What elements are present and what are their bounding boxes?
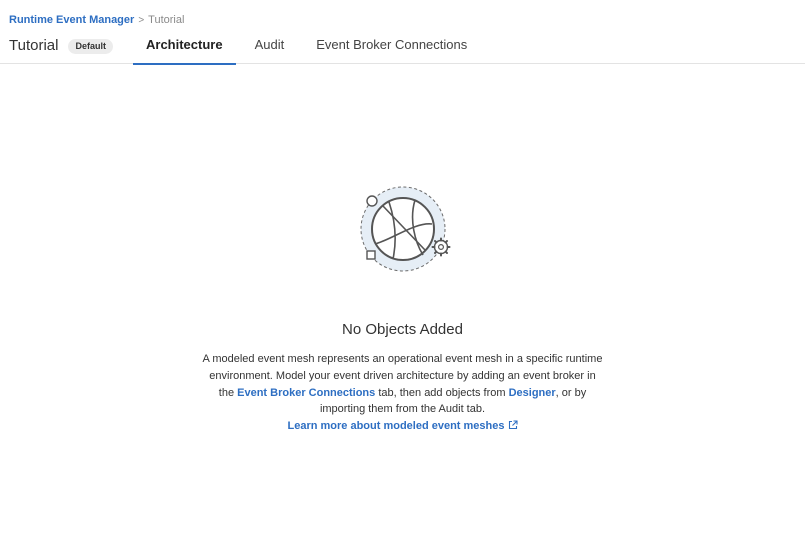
default-badge: Default [68,38,113,54]
page-header: Runtime Event Manager > Tutorial Tutorial … [0,0,805,65]
tab-architecture[interactable]: Architecture [133,28,236,65]
empty-state-title: No Objects Added [342,321,463,338]
tab-audit[interactable]: Audit [242,28,298,64]
tab-event-broker-connections[interactable]: Event Broker Connections [303,28,480,64]
external-link-icon [508,420,518,430]
empty-state-description: A modeled event mesh represents an opera… [203,351,603,435]
breadcrumb-separator: > [138,15,145,26]
tab-bar: Architecture Audit Event Broker Connecti… [133,28,480,65]
description-text: tab, then add objects from [375,386,509,399]
designer-link[interactable]: Designer [509,387,556,399]
breadcrumb-runtime-event-manager[interactable]: Runtime Event Manager [9,14,134,26]
event-broker-connections-link[interactable]: Event Broker Connections [237,387,375,399]
breadcrumb-current: Tutorial [148,14,185,26]
learn-more-label: Learn more about modeled event meshes [287,420,505,433]
title-row: Tutorial Default [9,36,113,56]
globe-icon [360,186,450,272]
breadcrumb: Runtime Event Manager > Tutorial [9,13,184,28]
learn-more-link[interactable]: Learn more about modeled event meshes [287,418,518,435]
page-title: Tutorial [9,37,59,54]
empty-state: No Objects Added A modeled event mesh re… [0,184,805,435]
